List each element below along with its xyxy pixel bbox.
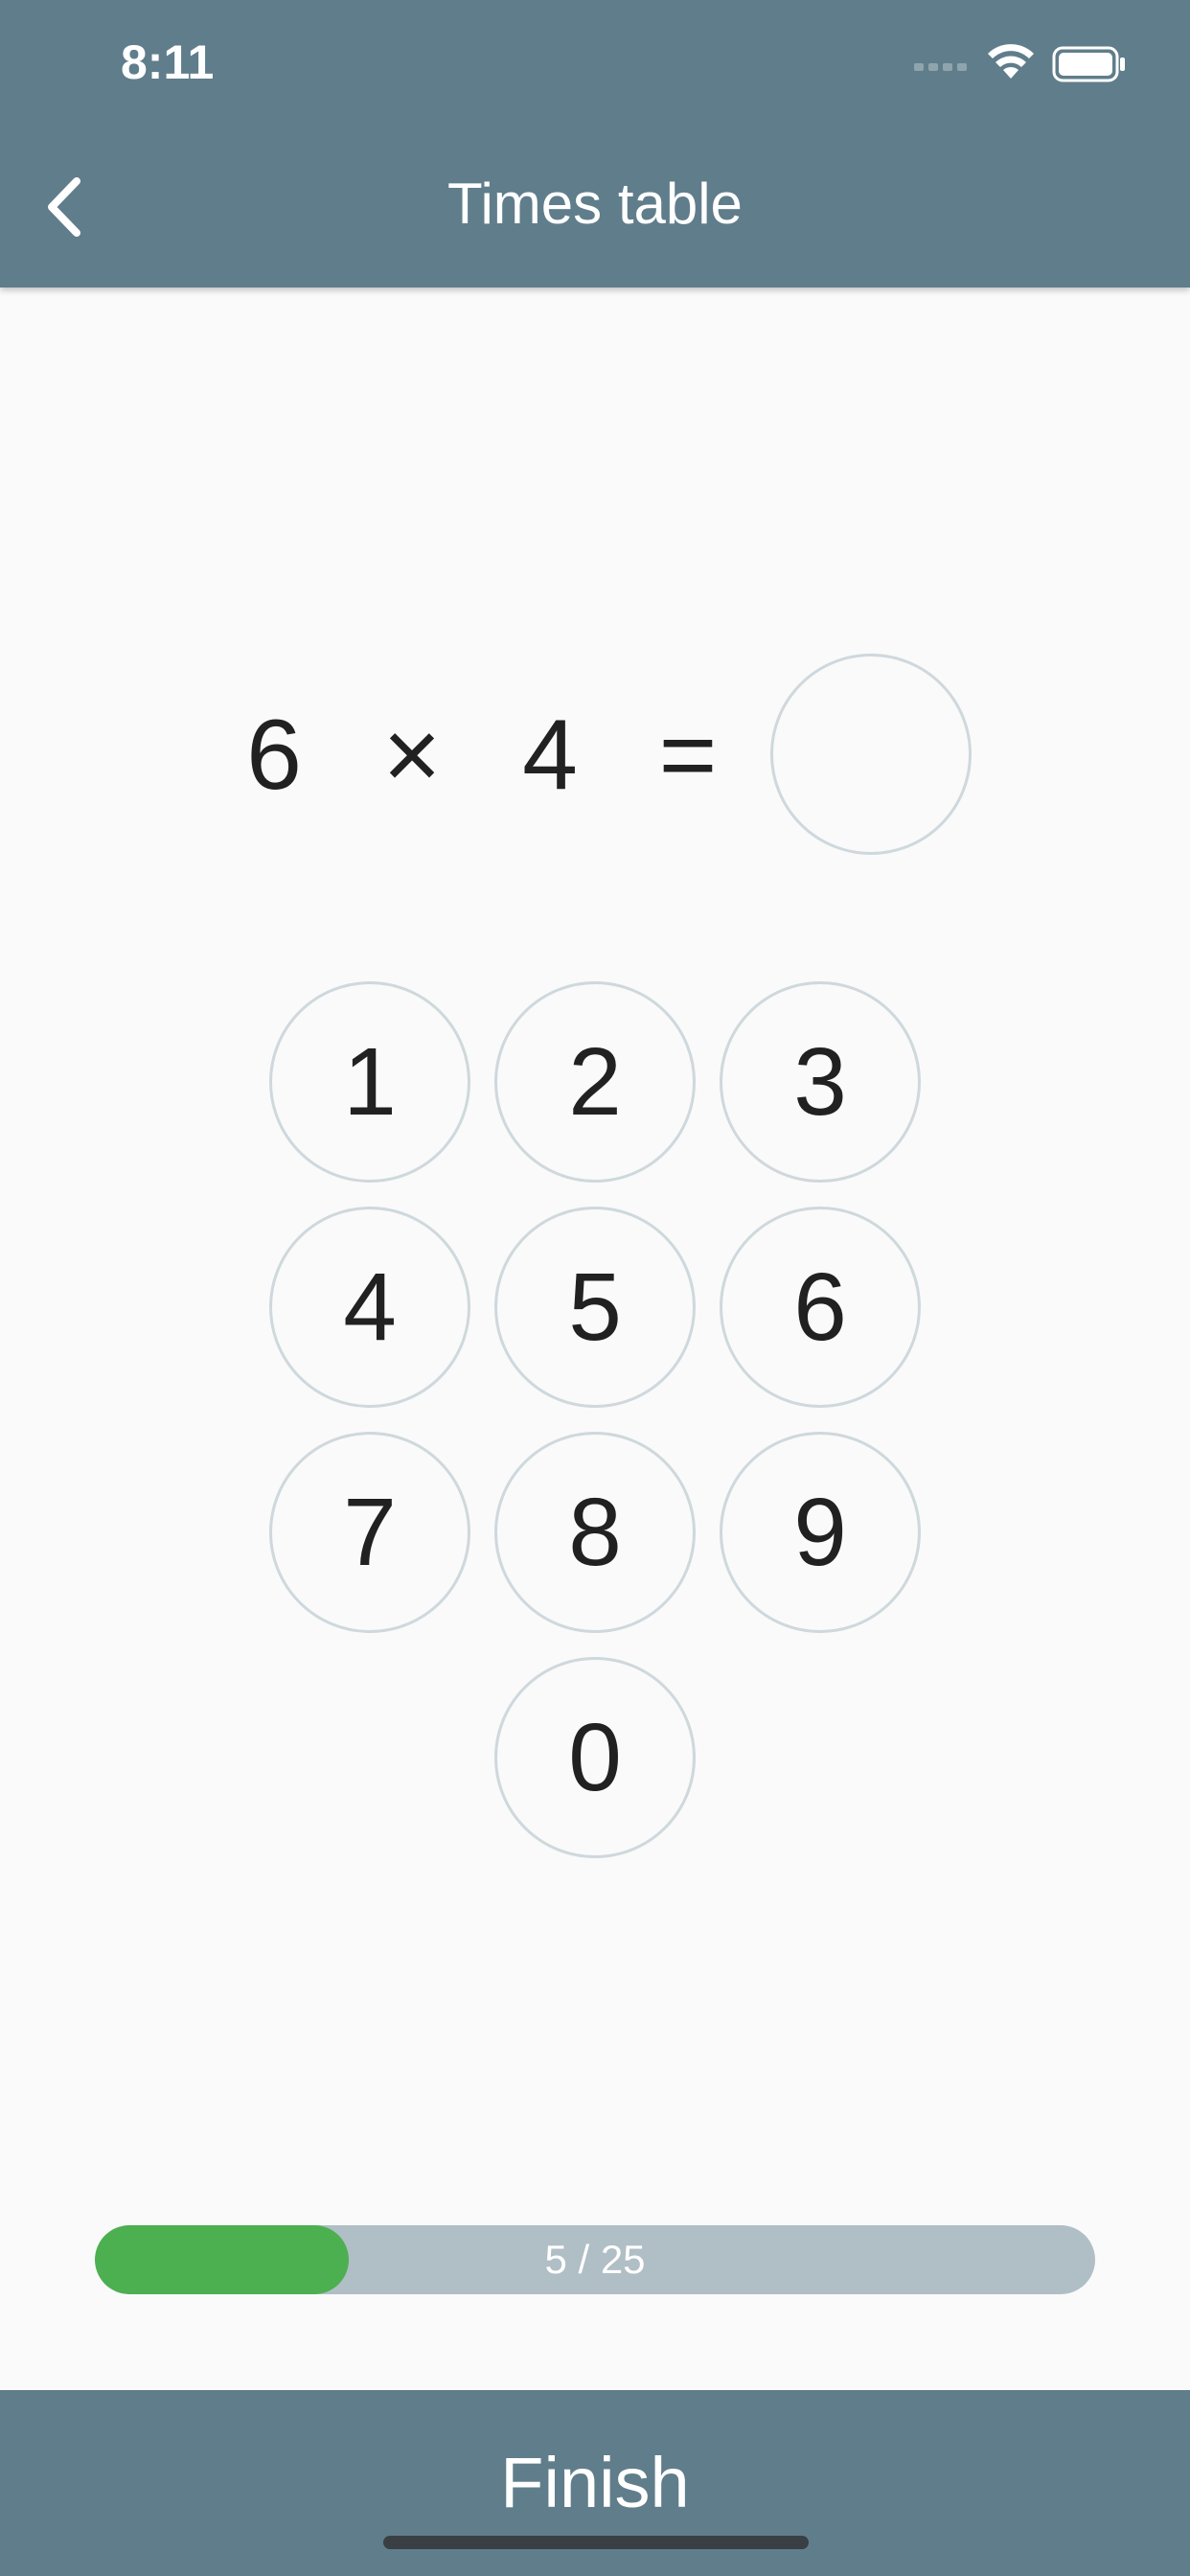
progress-label: 5 / 25: [544, 2237, 646, 2282]
status-time: 8:11: [121, 35, 215, 89]
app-bar: 8:11 Times table: [0, 0, 1190, 288]
key-5[interactable]: 5: [494, 1207, 696, 1408]
key-6[interactable]: 6: [720, 1207, 921, 1408]
multiply-sign: ×: [382, 700, 442, 811]
wifi-icon: [988, 44, 1034, 79]
key-9[interactable]: 9: [720, 1432, 921, 1633]
key-4[interactable]: 4: [269, 1207, 470, 1408]
progress-bar: 5 / 25: [95, 2225, 1095, 2294]
equals-sign: =: [658, 700, 718, 811]
key-2[interactable]: 2: [494, 981, 696, 1183]
home-indicator: [383, 2536, 809, 2549]
key-8[interactable]: 8: [494, 1432, 696, 1633]
key-1[interactable]: 1: [269, 981, 470, 1183]
key-0[interactable]: 0: [494, 1657, 696, 1858]
left-operand: 6: [246, 700, 302, 811]
key-7[interactable]: 7: [269, 1432, 470, 1633]
key-3[interactable]: 3: [720, 981, 921, 1183]
battery-icon: [1052, 46, 1125, 82]
signal-icon: [914, 63, 967, 71]
page-title: Times table: [447, 172, 743, 236]
answer-field: [770, 654, 972, 855]
right-operand: 4: [522, 700, 578, 811]
times-table-screen: 8:11 Times table 6 × 4 = 1 2 3 4 5 6 7 8…: [0, 0, 1190, 2576]
